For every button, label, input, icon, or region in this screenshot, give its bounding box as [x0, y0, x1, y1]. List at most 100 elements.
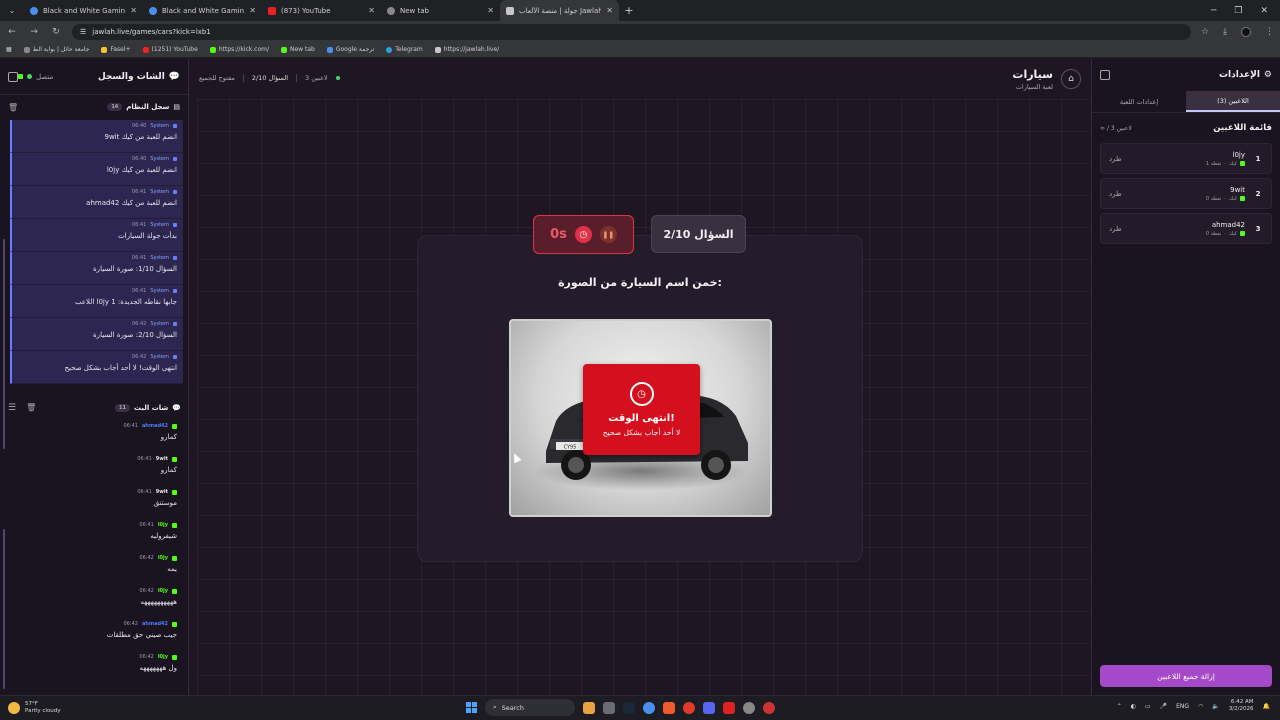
- settings-icon[interactable]: [743, 701, 755, 714]
- kick-player-button[interactable]: طرد: [1109, 190, 1122, 198]
- close-tab-icon[interactable]: ✕: [249, 6, 256, 15]
- chat-username[interactable]: 9wit: [156, 489, 168, 495]
- bookmark-item[interactable]: جامعة حائل | بوابة الط: [23, 46, 89, 53]
- site-info-icon[interactable]: ☰: [80, 28, 86, 36]
- player-points: 0 نقطة: [1205, 195, 1222, 202]
- weather-widget[interactable]: 57°F Partly cloudy: [0, 701, 200, 714]
- clear-log-icon[interactable]: 🗑: [8, 103, 18, 112]
- forward-icon[interactable]: →: [28, 27, 40, 37]
- kick-player-button[interactable]: طرد: [1109, 225, 1122, 233]
- browser-tab-5[interactable]: جولة | منصة الألعاب Jawlah - ال ✕: [500, 0, 619, 21]
- close-tab-icon[interactable]: ✕: [487, 6, 494, 15]
- tab-list-icon[interactable]: ⌄: [0, 6, 24, 15]
- app-icon[interactable]: [723, 701, 735, 714]
- system-icon: [173, 124, 177, 128]
- apps-icon[interactable]: ▦: [6, 46, 12, 53]
- close-tab-icon[interactable]: ✕: [606, 6, 613, 15]
- filter-icon[interactable]: ☰: [8, 403, 16, 413]
- tab-players[interactable]: اللاعبين (3): [1186, 91, 1280, 112]
- browser-tab-2[interactable]: Black and White Gaming Logo ✕: [143, 0, 262, 21]
- chat-username[interactable]: l0jy: [158, 555, 168, 561]
- collapse-panel-icon[interactable]: [1100, 70, 1110, 80]
- pause-button[interactable]: ❚❚: [599, 226, 617, 243]
- chat-message: 06:42 l0jy ول هههههههه: [10, 652, 183, 685]
- bookmark-item[interactable]: https://kick.com/: [209, 46, 269, 53]
- close-tab-icon[interactable]: ✕: [130, 6, 137, 15]
- remove-all-players-button[interactable]: إزالة جميع اللاعبين: [1100, 665, 1272, 687]
- app-icon[interactable]: [583, 701, 595, 714]
- game-stage: 0s ◷ ❚❚ السؤال 2/10 خمن اسم السيارة من ا…: [197, 99, 1090, 695]
- clock[interactable]: 6:42 AM 3/2/2026: [1229, 699, 1254, 713]
- clear-chat-icon[interactable]: 🗑: [26, 403, 36, 413]
- browser-tab-1[interactable]: Black and White Gaming Logo ✕: [24, 0, 143, 21]
- fasel-icon: [101, 46, 108, 53]
- log-item: 06:42 System انتهى الوقت! لا أحد أجاب بشكل…: [10, 351, 183, 384]
- collapse-panel-icon[interactable]: [8, 71, 18, 82]
- app-icon[interactable]: [663, 701, 675, 714]
- log-sender: System: [150, 156, 169, 162]
- chat-username[interactable]: l0jy: [158, 588, 168, 594]
- download-icon[interactable]: ⤓: [1223, 27, 1227, 37]
- bookmark-label: https://jawlah.live/: [443, 46, 500, 53]
- tray-icon[interactable]: ▭: [1145, 703, 1151, 710]
- browser-tab-3[interactable]: (873) YouTube ✕: [262, 0, 381, 21]
- stream-chat-title: شات البث: [134, 404, 169, 412]
- log-item: 06:40 System l0jy انضم للعبة من كيك: [10, 153, 183, 186]
- notification-icon[interactable]: 🔔: [1263, 703, 1270, 710]
- timer-pill: 0s ◷ ❚❚: [533, 215, 634, 254]
- players-status: 3 لاعبين: [305, 74, 328, 82]
- app-icon[interactable]: [763, 701, 775, 714]
- file-explorer-icon[interactable]: [603, 701, 615, 714]
- player-row: طرد ahmad42 0 نقطة · كيك 3: [1100, 213, 1272, 244]
- wifi-icon[interactable]: ◠: [1198, 703, 1203, 710]
- chat-username[interactable]: 9wit: [156, 456, 168, 462]
- volume-icon[interactable]: 🔈: [1212, 703, 1219, 710]
- chat-username[interactable]: ahmad42: [142, 423, 168, 429]
- bookmark-item[interactable]: Fasel+: [101, 46, 131, 53]
- browser-tab-4[interactable]: New tab ✕: [381, 0, 500, 21]
- bookmark-star-icon[interactable]: ☆: [1201, 27, 1209, 37]
- back-icon[interactable]: ←: [6, 27, 18, 37]
- tray-icon[interactable]: ◐: [1131, 703, 1136, 710]
- chat-username[interactable]: ahmad42: [142, 621, 168, 627]
- chat-username[interactable]: l0jy: [158, 522, 168, 528]
- bookmark-item[interactable]: Telegram: [386, 46, 423, 53]
- tab-game-settings[interactable]: إعدادات اللعبة: [1092, 91, 1186, 112]
- bookmark-item[interactable]: https://jawlah.live/: [434, 46, 500, 53]
- bookmark-label: (1251) YouTube: [151, 46, 198, 53]
- chat-time: 06:42: [123, 621, 138, 627]
- clock-icon: ◷: [629, 382, 654, 406]
- taskbar-search[interactable]: ⌕ Search: [485, 699, 575, 716]
- chat-time: 06:42: [139, 654, 154, 660]
- chat-username[interactable]: l0jy: [158, 654, 168, 660]
- bookmark-item[interactable]: New tab: [280, 46, 315, 53]
- new-tab-button[interactable]: +: [619, 4, 639, 17]
- close-window-icon[interactable]: ✕: [1260, 6, 1268, 16]
- language-indicator[interactable]: ENG: [1176, 703, 1189, 710]
- globe-icon: [30, 6, 38, 15]
- reload-icon[interactable]: ↻: [50, 27, 62, 37]
- bookmark-item[interactable]: Google ترجمة: [326, 46, 374, 53]
- windows-start-icon[interactable]: [466, 702, 477, 713]
- system-icon: [173, 289, 177, 293]
- steam-icon[interactable]: [623, 701, 635, 714]
- close-tab-icon[interactable]: ✕: [368, 6, 375, 15]
- app-icon[interactable]: [683, 701, 695, 714]
- maximize-icon[interactable]: ❐: [1234, 6, 1242, 16]
- url-field[interactable]: ☰ jawlah.live/games/cars?kick=lxb1: [72, 23, 1191, 40]
- chat-scrollbar[interactable]: [3, 529, 5, 689]
- player-name: ahmad42: [1211, 220, 1245, 229]
- tab-title: Black and White Gaming Logo: [43, 6, 126, 15]
- profile-avatar[interactable]: [1241, 26, 1251, 37]
- player-platform: كيك: [1228, 230, 1237, 237]
- mic-icon[interactable]: 🎤: [1160, 703, 1167, 710]
- kick-player-button[interactable]: طرد: [1109, 155, 1122, 163]
- menu-icon[interactable]: ⋮: [1265, 27, 1274, 37]
- chrome-icon[interactable]: [643, 701, 655, 714]
- home-button[interactable]: ⌂: [1061, 69, 1081, 89]
- chat-time: 06:41: [123, 423, 138, 429]
- discord-icon[interactable]: [703, 701, 715, 714]
- bookmark-item[interactable]: (1251) YouTube: [142, 46, 198, 53]
- minimize-icon[interactable]: ─: [1211, 6, 1216, 16]
- chevron-up-icon[interactable]: ⌃: [1117, 703, 1122, 710]
